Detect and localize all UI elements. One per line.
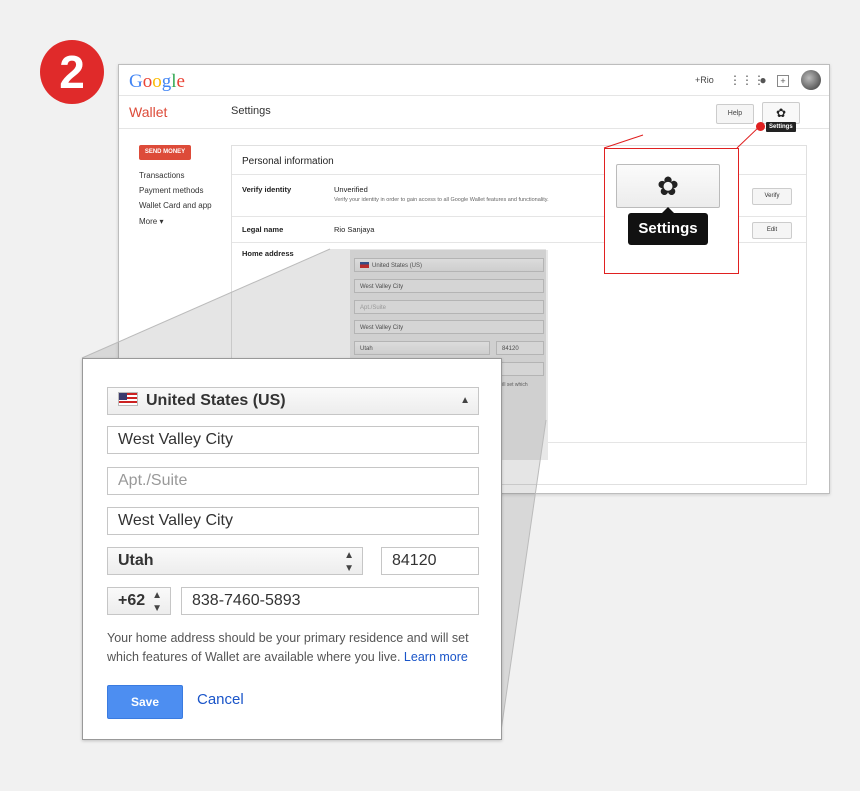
address-form: United States (US) ▲ West Valley City Ap…	[82, 358, 502, 740]
country-select[interactable]: United States (US) ▲	[107, 387, 479, 415]
select-arrows-icon: ▲ ▼	[152, 590, 162, 614]
settings-tooltip-zoomed: Settings	[628, 207, 708, 245]
phone-field[interactable]: 838-7460-5893	[181, 587, 479, 615]
save-button[interactable]: Save	[107, 685, 183, 719]
state-value: Utah	[118, 552, 154, 569]
address-line1-field[interactable]: West Valley City	[107, 426, 479, 454]
city-field[interactable]: West Valley City	[107, 507, 479, 535]
select-arrows-icon: ▲ ▼	[344, 550, 354, 574]
select-arrows-icon: ▲	[460, 395, 470, 406]
phone-code-value: +62	[118, 592, 146, 609]
phone-code-select[interactable]: +62 ▲ ▼	[107, 587, 171, 615]
apt-suite-field[interactable]: Apt./Suite	[107, 467, 479, 495]
address-help-text: Your home address should be your primary…	[107, 629, 487, 667]
learn-more-link[interactable]: Learn more	[404, 650, 468, 664]
gear-icon: ✿	[657, 171, 679, 201]
zip-field[interactable]: 84120	[381, 547, 479, 575]
settings-button-zoomed[interactable]: ✿	[616, 164, 720, 208]
us-flag-icon	[118, 392, 138, 406]
state-select[interactable]: Utah ▲ ▼	[107, 547, 363, 575]
country-value: United States (US)	[146, 392, 286, 409]
cancel-button[interactable]: Cancel	[197, 691, 244, 708]
